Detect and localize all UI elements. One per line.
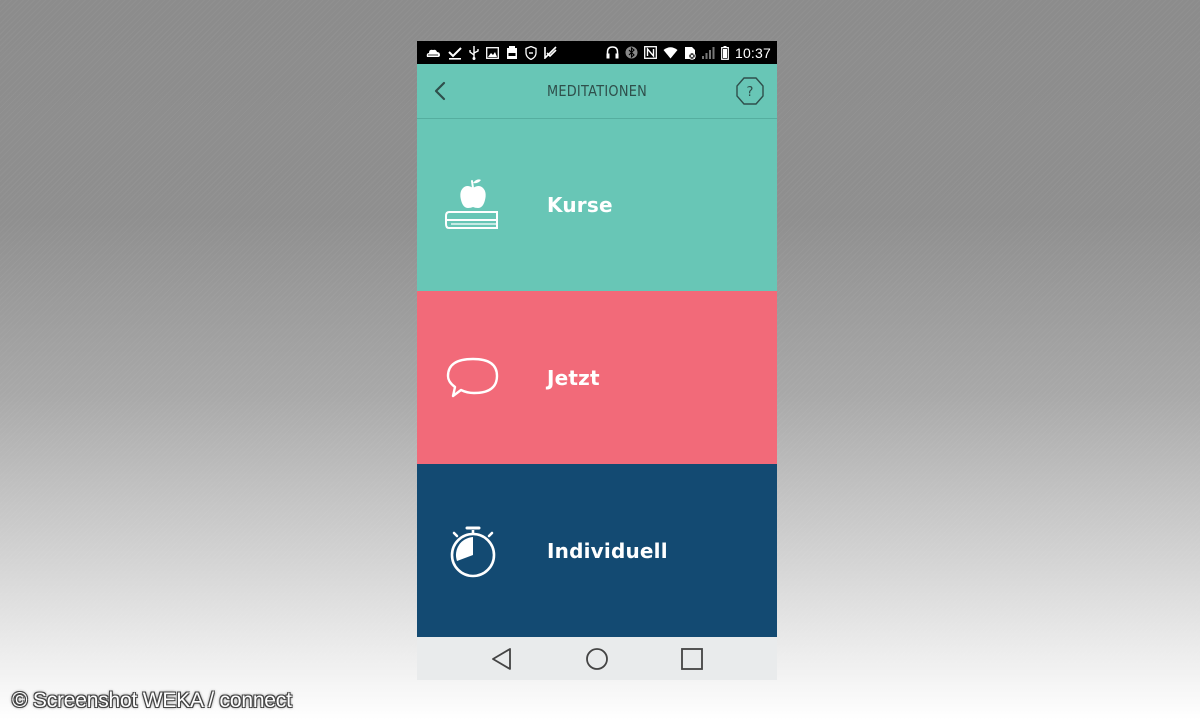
back-button[interactable]: [427, 77, 453, 105]
wifi-icon: [663, 46, 678, 58]
shield-icon: [525, 45, 537, 60]
nfc-icon: [644, 46, 657, 59]
download-done-icon: [448, 46, 462, 60]
stopwatch-icon: [450, 526, 496, 577]
phone-screen: 10:37 MEDITATIONEN ? Kurse Jetzt Individ…: [417, 41, 777, 680]
nav-recents-button[interactable]: [678, 645, 706, 673]
help-button[interactable]: ?: [735, 76, 765, 106]
battery-icon: [721, 45, 729, 60]
image-icon: [486, 46, 499, 59]
cloud-icon: [426, 49, 440, 57]
bluetooth-icon: [625, 46, 638, 59]
tile-now-label: Jetzt: [547, 365, 600, 390]
help-label: ?: [747, 85, 754, 100]
headset-icon: [606, 46, 619, 59]
tile-individual[interactable]: Individuell: [417, 464, 777, 637]
tile-courses[interactable]: Kurse: [417, 119, 777, 291]
watermark: © Screenshot WEKA / connect: [12, 689, 292, 712]
nav-back-button[interactable]: [489, 645, 517, 673]
nav-back-icon: [492, 648, 511, 670]
speech-bubble-icon: [446, 357, 499, 397]
signal-icon: [701, 47, 715, 59]
app-header: MEDITATIONEN ?: [417, 64, 777, 119]
status-bar-notifications: [425, 41, 557, 64]
no-sim-icon: [684, 46, 696, 60]
usb-icon: [469, 45, 479, 60]
tile-courses-label: Kurse: [547, 193, 613, 217]
status-bar: 10:37: [417, 41, 777, 64]
nav-recents-icon: [681, 648, 703, 670]
battery-saver-icon: [507, 45, 517, 59]
status-time: 10:37: [734, 44, 771, 61]
nav-home-icon: [586, 648, 608, 670]
tile-now[interactable]: Jetzt: [417, 291, 777, 464]
book-apple-icon: [445, 179, 498, 229]
check-mark-icon: [544, 46, 557, 59]
tile-individual-label: Individuell: [547, 538, 668, 563]
page-title: MEDITATIONEN: [546, 82, 648, 100]
navigation-bar: [417, 637, 777, 680]
nav-home-button[interactable]: [583, 645, 611, 673]
status-bar-system: 10:37: [606, 41, 771, 64]
chevron-left-icon: [434, 81, 446, 101]
